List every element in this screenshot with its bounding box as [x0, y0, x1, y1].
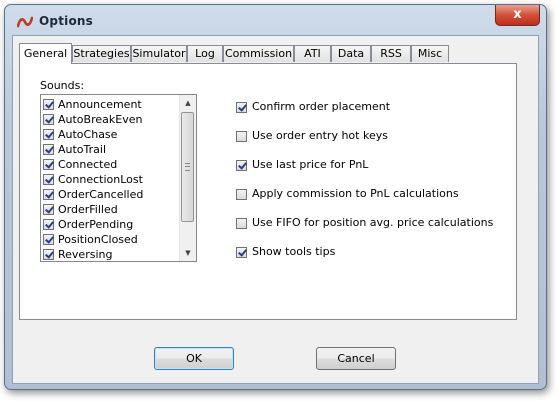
tab-general[interactable]: General	[19, 43, 72, 64]
sound-list-item[interactable]: AutoTrail	[43, 141, 106, 156]
sound-checkbox[interactable]	[43, 188, 54, 200]
option-checkbox[interactable]	[236, 217, 247, 229]
close-icon: x	[513, 7, 522, 22]
sound-checkbox[interactable]	[43, 143, 54, 155]
scroll-down-arrow-icon[interactable]: ▼	[180, 245, 196, 261]
window-title: Options	[39, 14, 93, 28]
sound-checkbox[interactable]	[43, 218, 54, 230]
sound-checkbox[interactable]	[43, 98, 54, 110]
sound-label: OrderCancelled	[58, 187, 144, 201]
scroll-up-arrow-icon[interactable]: ▲	[180, 95, 196, 111]
sound-label: Reversing	[58, 247, 113, 261]
scrollbar-thumb[interactable]	[181, 112, 194, 222]
tab-log[interactable]: Log	[187, 45, 223, 62]
sound-list-item[interactable]: AutoBreakEven	[43, 111, 142, 126]
sound-label: Announcement	[58, 97, 142, 111]
sound-list-item[interactable]: AutoChase	[43, 126, 117, 141]
sound-label: ConnectionLost	[58, 172, 143, 186]
sound-checkbox[interactable]	[43, 173, 54, 185]
tab-commission[interactable]: Commission	[223, 45, 294, 62]
sound-checkbox[interactable]	[43, 203, 54, 215]
tab-data[interactable]: Data	[331, 45, 371, 62]
option-label: Show tools tips	[252, 245, 336, 258]
sounds-label: Sounds:	[40, 79, 85, 92]
option-0[interactable]: Confirm order placement	[236, 100, 390, 114]
sound-label: PositionClosed	[58, 232, 138, 246]
option-3[interactable]: Apply commission to PnL calculations	[236, 187, 459, 201]
sounds-scrollbar[interactable]: ▲ ▼	[179, 95, 196, 261]
sound-checkbox[interactable]	[43, 113, 54, 125]
sound-checkbox[interactable]	[43, 158, 54, 170]
sounds-listbox[interactable]: Announcement AutoBreakEven AutoChase AutoTr…	[40, 94, 197, 262]
option-checkbox[interactable]	[236, 159, 247, 171]
option-2[interactable]: Use last price for PnL	[236, 158, 368, 172]
sound-list-item[interactable]: Reversing	[43, 246, 112, 261]
sound-label: AutoChase	[58, 127, 118, 141]
sound-checkbox[interactable]	[43, 248, 54, 260]
tab-ati[interactable]: ATI	[294, 45, 331, 62]
option-label: Confirm order placement	[252, 100, 391, 113]
tab-misc[interactable]: Misc	[411, 45, 449, 62]
close-button[interactable]: x	[495, 5, 540, 26]
title-bar[interactable]: Options x	[5, 5, 546, 35]
tab-simulator[interactable]: Simulator	[131, 45, 187, 62]
option-checkbox[interactable]	[236, 246, 247, 258]
dialog-client-area: General Strategies Simulator Log Commiss…	[12, 35, 539, 384]
sound-checkbox[interactable]	[43, 128, 54, 140]
sound-checkbox[interactable]	[43, 233, 54, 245]
sound-label: OrderPending	[58, 217, 134, 231]
sound-label: OrderFilled	[58, 202, 118, 216]
ninjatrader-logo-icon	[17, 16, 33, 28]
option-1[interactable]: Use order entry hot keys	[236, 129, 388, 143]
sound-label: AutoBreakEven	[58, 112, 143, 126]
option-checkbox[interactable]	[236, 188, 247, 200]
sound-label: Connected	[58, 157, 118, 171]
option-5[interactable]: Show tools tips	[236, 245, 335, 259]
option-4[interactable]: Use FIFO for position avg. price calcula…	[236, 216, 493, 230]
sound-list-item[interactable]: OrderFilled	[43, 201, 118, 216]
sound-list-item[interactable]: OrderCancelled	[43, 186, 143, 201]
option-label: Use order entry hot keys	[252, 129, 388, 142]
option-checkbox[interactable]	[236, 130, 247, 142]
sound-list-item[interactable]: ConnectionLost	[43, 171, 143, 186]
cancel-button[interactable]: Cancel	[316, 347, 396, 370]
sound-label: AutoTrail	[58, 142, 107, 156]
option-label: Apply commission to PnL calculations	[252, 187, 459, 200]
tab-strategies[interactable]: Strategies	[72, 45, 131, 62]
tab-rss[interactable]: RSS	[371, 45, 411, 62]
grip-icon	[185, 163, 190, 171]
options-dialog: Options x General Strategies Simulator L…	[4, 4, 547, 390]
ok-button[interactable]: OK	[154, 347, 234, 370]
sound-list-item[interactable]: Connected	[43, 156, 117, 171]
sound-list-item[interactable]: Announcement	[43, 96, 142, 111]
option-label: Use FIFO for position avg. price calcula…	[252, 216, 494, 229]
option-checkbox[interactable]	[236, 101, 247, 113]
sound-list-item[interactable]: OrderPending	[43, 216, 133, 231]
sound-list-item[interactable]: PositionClosed	[43, 231, 138, 246]
option-label: Use last price for PnL	[252, 158, 369, 171]
